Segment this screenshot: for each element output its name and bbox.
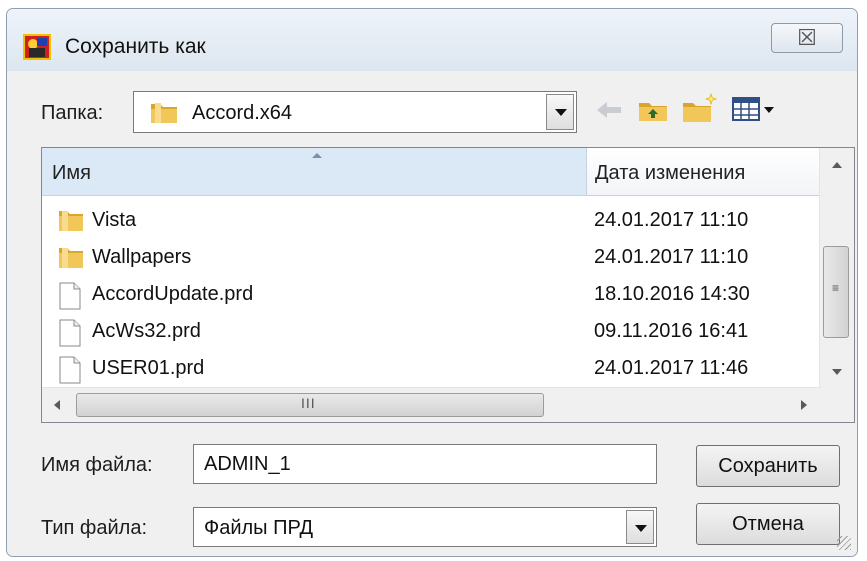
app-icon xyxy=(23,34,51,60)
list-item[interactable]: AccordUpdate.prd 18.10.2016 14:30 xyxy=(42,276,821,313)
file-name: Vista xyxy=(92,209,137,231)
file-list[interactable]: Имя Дата изменения Vista 24.01.2017 11:1… xyxy=(41,147,855,423)
resize-grip-icon[interactable] xyxy=(837,536,851,550)
vertical-scrollbar[interactable]: ≡ xyxy=(819,148,854,389)
list-item[interactable]: USER01.prd 24.01.2017 11:46 xyxy=(42,350,821,387)
grip-icon: III xyxy=(301,395,316,411)
view-menu-icon[interactable] xyxy=(731,95,777,125)
close-button[interactable]: ☒ xyxy=(771,23,843,53)
vertical-scroll-thumb[interactable]: ≡ xyxy=(823,246,849,338)
filetype-combo[interactable]: Файлы ПРД xyxy=(193,507,657,547)
file-date: 24.01.2017 11:10 xyxy=(594,209,749,231)
scroll-left-icon[interactable] xyxy=(54,400,60,410)
folder-value: Accord.x64 xyxy=(192,102,293,124)
filetype-label: Тип файла: xyxy=(41,517,147,539)
file-name: AcWs32.prd xyxy=(92,320,201,342)
file-name: Wallpapers xyxy=(92,246,192,268)
sort-ascending-icon xyxy=(312,153,322,158)
filename-label: Имя файла: xyxy=(41,454,153,476)
file-icon xyxy=(59,282,81,310)
column-header-date-label: Дата изменения xyxy=(595,162,746,184)
file-date: 24.01.2017 11:10 xyxy=(594,246,749,268)
save-as-dialog: Сохранить как ☒ Папка: Accord.x64 Имя Да… xyxy=(6,8,858,557)
title-bar[interactable]: Сохранить как ☒ xyxy=(7,9,857,71)
file-name: AccordUpdate.prd xyxy=(92,283,254,305)
scroll-up-icon[interactable] xyxy=(832,162,842,168)
filename-field[interactable] xyxy=(193,444,657,484)
file-date: 24.01.2017 11:46 xyxy=(594,357,749,379)
file-icon xyxy=(59,356,81,384)
scroll-right-icon[interactable] xyxy=(801,400,807,410)
scroll-corner xyxy=(820,388,854,422)
grip-icon: ≡ xyxy=(832,281,840,295)
folder-dropdown-button[interactable] xyxy=(546,94,574,130)
new-folder-icon[interactable] xyxy=(681,91,721,125)
column-header-name[interactable]: Имя xyxy=(42,148,587,196)
file-date: 18.10.2016 14:30 xyxy=(594,283,750,305)
list-item[interactable]: AcWs32.prd 09.11.2016 16:41 xyxy=(42,313,821,350)
column-header-date[interactable]: Дата изменения xyxy=(587,148,821,196)
folder-icon xyxy=(151,103,177,123)
back-arrow-icon[interactable] xyxy=(593,97,625,123)
filetype-value: Файлы ПРД xyxy=(204,517,314,539)
file-icon xyxy=(59,319,81,347)
filetype-dropdown-button[interactable] xyxy=(626,510,654,544)
window-title: Сохранить как xyxy=(65,35,206,58)
list-item[interactable]: Vista 24.01.2017 11:10 xyxy=(42,202,821,239)
horizontal-scrollbar[interactable]: III xyxy=(42,387,821,422)
cancel-button[interactable]: Отмена xyxy=(696,503,840,545)
folder-icon xyxy=(59,248,83,268)
list-item[interactable]: Wallpapers 24.01.2017 11:10 xyxy=(42,239,821,276)
folder-combo[interactable]: Accord.x64 xyxy=(133,91,577,133)
save-button[interactable]: Сохранить xyxy=(696,445,840,487)
column-header-name-label: Имя xyxy=(52,162,91,184)
up-folder-icon[interactable] xyxy=(637,97,669,123)
filename-input[interactable] xyxy=(204,453,604,476)
folder-label: Папка: xyxy=(41,102,104,124)
scroll-down-icon[interactable] xyxy=(832,369,842,375)
close-icon: ☒ xyxy=(797,25,817,50)
horizontal-scroll-thumb[interactable]: III xyxy=(76,393,544,417)
file-date: 09.11.2016 16:41 xyxy=(594,320,749,342)
file-name: USER01.prd xyxy=(92,357,205,379)
folder-icon xyxy=(59,211,83,231)
